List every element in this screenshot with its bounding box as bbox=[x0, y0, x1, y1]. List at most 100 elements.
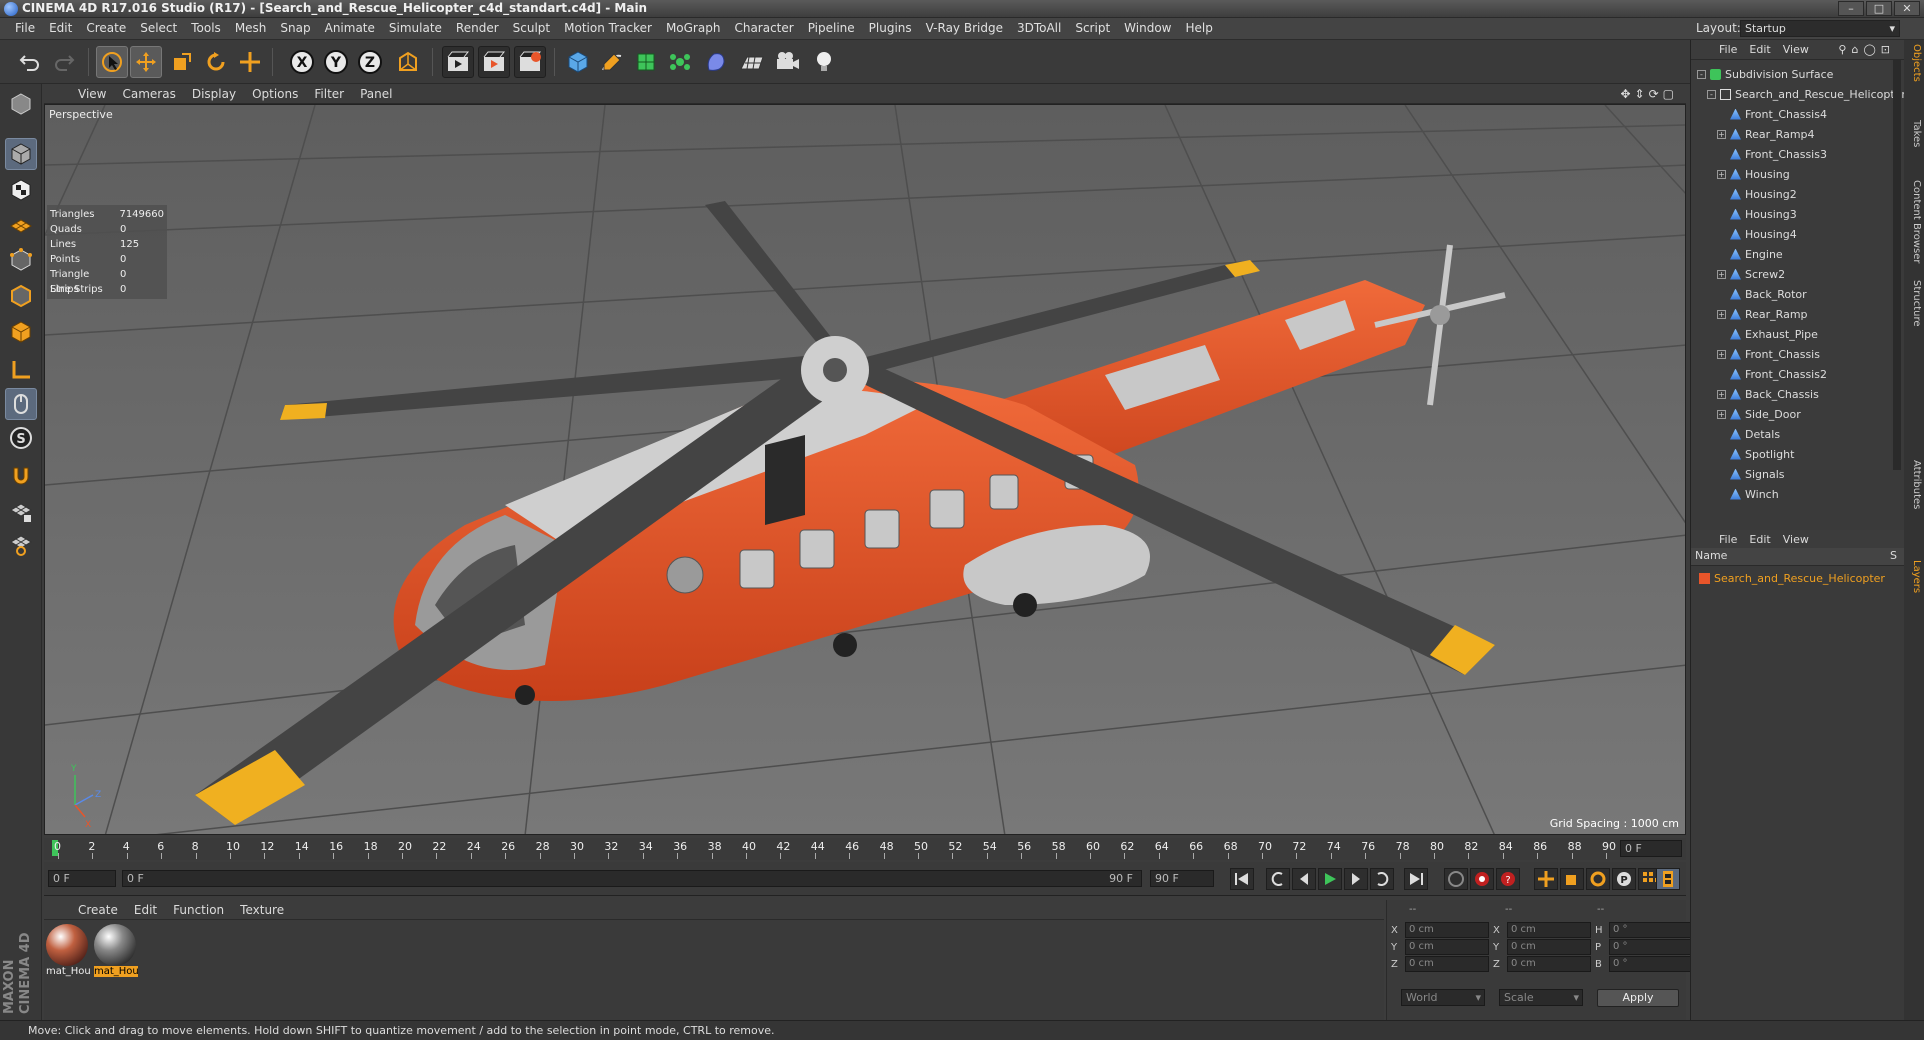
workplane-mode-button[interactable] bbox=[5, 208, 37, 240]
pen-spline-button[interactable] bbox=[596, 46, 628, 78]
frame-range-slider[interactable]: 0 F 90 F bbox=[122, 870, 1142, 887]
viewport-menu-view[interactable]: View bbox=[70, 87, 114, 101]
cloner-button[interactable] bbox=[664, 46, 696, 78]
layer-menu-edit[interactable]: Edit bbox=[1743, 533, 1776, 546]
previous-frame-button[interactable] bbox=[1292, 868, 1316, 890]
current-frame-field[interactable]: 0 F bbox=[1620, 840, 1682, 857]
render-view-button[interactable] bbox=[442, 46, 474, 78]
coordinate-field[interactable]: 0 cm bbox=[1507, 922, 1591, 938]
material-swatch[interactable]: mat_Hou bbox=[46, 924, 90, 980]
expand-icon[interactable]: + bbox=[1717, 169, 1726, 179]
menu-window[interactable]: Window bbox=[1117, 21, 1178, 35]
object-tree-item[interactable]: + Back_Chassis bbox=[1717, 384, 1819, 404]
render-settings-button[interactable] bbox=[514, 46, 546, 78]
texture-mode-button[interactable] bbox=[5, 174, 37, 206]
object-tree-item[interactable]: Signals bbox=[1717, 464, 1785, 484]
next-frame-button[interactable] bbox=[1344, 868, 1368, 890]
collapse-icon[interactable]: - bbox=[1707, 89, 1716, 99]
object-tree-item[interactable]: + Side_Door bbox=[1717, 404, 1801, 424]
apply-button[interactable]: Apply bbox=[1597, 989, 1679, 1007]
close-button[interactable]: ✕ bbox=[1894, 1, 1920, 16]
object-tree-item[interactable]: + Housing bbox=[1717, 164, 1790, 184]
material-menu-create[interactable]: Create bbox=[70, 903, 126, 917]
minimize-button[interactable]: – bbox=[1838, 1, 1864, 16]
timeline-ruler[interactable]: 0 2 4 6 8 10 12 14 16 18 20 22 24 26 28 30 32 34 36 38 40 42 4… bbox=[44, 838, 1686, 860]
menu-help[interactable]: Help bbox=[1178, 21, 1219, 35]
side-tab-takes[interactable]: Takes bbox=[1906, 120, 1922, 147]
coordinate-field[interactable]: 0 cm bbox=[1405, 956, 1489, 972]
position-key-button[interactable] bbox=[1534, 868, 1558, 890]
tweak-mode-button[interactable] bbox=[5, 388, 37, 420]
expand-icon[interactable]: + bbox=[1717, 349, 1726, 359]
floor-button[interactable] bbox=[736, 46, 768, 78]
rotate-tool-button[interactable] bbox=[200, 46, 232, 78]
coordinate-field[interactable]: 0 cm bbox=[1405, 939, 1489, 955]
maximize-button[interactable]: □ bbox=[1866, 1, 1892, 16]
layout-select[interactable]: Startup ▾ bbox=[1740, 20, 1900, 37]
object-tree-item[interactable]: - Subdivision Surface bbox=[1697, 64, 1833, 84]
subdivision-surface-button[interactable] bbox=[630, 46, 662, 78]
menu-mograph[interactable]: MoGraph bbox=[659, 21, 728, 35]
workplane-lock-button[interactable] bbox=[5, 528, 37, 560]
side-tab-structure[interactable]: Structure bbox=[1906, 280, 1922, 327]
keyframe-selection-button[interactable]: ? bbox=[1496, 868, 1520, 890]
viewport-menu-options[interactable]: Options bbox=[244, 87, 306, 101]
material-swatch-selected[interactable]: mat_Hou bbox=[94, 924, 138, 980]
viewport-menu-filter[interactable]: Filter bbox=[306, 87, 352, 101]
menu-plugins[interactable]: Plugins bbox=[862, 21, 919, 35]
side-tab-layers[interactable]: Layers bbox=[1906, 560, 1922, 593]
transform-tool-button[interactable] bbox=[234, 46, 266, 78]
coordinate-field[interactable]: 0 ° bbox=[1609, 939, 1693, 955]
object-tree-item[interactable]: Spotlight bbox=[1717, 444, 1794, 464]
coordinate-field[interactable]: 0 cm bbox=[1405, 922, 1489, 938]
undo-button[interactable] bbox=[14, 46, 46, 78]
scale-tool-button[interactable] bbox=[166, 46, 198, 78]
object-menu-view[interactable]: View bbox=[1777, 43, 1815, 56]
expand-icon[interactable]: + bbox=[1717, 129, 1726, 139]
collapse-icon[interactable]: - bbox=[1697, 69, 1706, 79]
layer-item[interactable]: Search_and_Rescue_Helicopter bbox=[1699, 568, 1885, 588]
menu-simulate[interactable]: Simulate bbox=[382, 21, 449, 35]
make-editable-button[interactable] bbox=[5, 88, 37, 120]
live-selection-button[interactable] bbox=[96, 46, 128, 78]
go-to-start-button[interactable] bbox=[1230, 868, 1254, 890]
points-mode-button[interactable] bbox=[5, 244, 37, 276]
object-manager-tools-icons[interactable]: ⚲⌂◯⊡ bbox=[1838, 43, 1895, 56]
viewport-menu-panel[interactable]: Panel bbox=[352, 87, 400, 101]
material-menu-edit[interactable]: Edit bbox=[126, 903, 165, 917]
object-tree-item[interactable]: Housing3 bbox=[1717, 204, 1797, 224]
move-tool-button[interactable] bbox=[130, 46, 162, 78]
menu-render[interactable]: Render bbox=[449, 21, 506, 35]
object-tree-item[interactable]: - Search_and_Rescue_Helicopter bbox=[1707, 84, 1906, 104]
cube-primitive-button[interactable] bbox=[562, 46, 594, 78]
material-menu-texture[interactable]: Texture bbox=[232, 903, 292, 917]
menu-motion-tracker[interactable]: Motion Tracker bbox=[557, 21, 659, 35]
play-forward-button[interactable] bbox=[1318, 868, 1342, 890]
object-menu-file[interactable]: File bbox=[1713, 43, 1743, 56]
camera-button[interactable] bbox=[772, 46, 804, 78]
object-tree-item[interactable]: Winch bbox=[1717, 484, 1779, 504]
x-axis-lock-button[interactable]: X bbox=[286, 46, 318, 78]
menu-select[interactable]: Select bbox=[133, 21, 184, 35]
coordinate-field[interactable]: 0 cm bbox=[1507, 956, 1591, 972]
menu-snap[interactable]: Snap bbox=[273, 21, 317, 35]
expand-icon[interactable]: + bbox=[1717, 389, 1726, 399]
viewport-menu-display[interactable]: Display bbox=[184, 87, 244, 101]
expand-icon[interactable]: + bbox=[1717, 409, 1726, 419]
menu-character[interactable]: Character bbox=[727, 21, 800, 35]
menu-pipeline[interactable]: Pipeline bbox=[801, 21, 862, 35]
material-menu-function[interactable]: Function bbox=[165, 903, 232, 917]
side-tab-content-browser[interactable]: Content Browser bbox=[1906, 180, 1922, 263]
side-tab-objects[interactable]: Objects bbox=[1906, 44, 1922, 82]
model-mode-button[interactable] bbox=[5, 138, 37, 170]
object-tree-item[interactable]: + Rear_Ramp bbox=[1717, 304, 1808, 324]
light-button[interactable] bbox=[808, 46, 840, 78]
expand-icon[interactable]: + bbox=[1717, 309, 1726, 319]
menu-edit[interactable]: Edit bbox=[42, 21, 79, 35]
object-tree-item[interactable]: Back_Rotor bbox=[1717, 284, 1807, 304]
object-tree-item[interactable]: Housing2 bbox=[1717, 184, 1797, 204]
layer-menu-file[interactable]: File bbox=[1713, 533, 1743, 546]
redo-button[interactable] bbox=[48, 46, 80, 78]
grid-lock-button[interactable] bbox=[5, 496, 37, 528]
menu-v-ray-bridge[interactable]: V-Ray Bridge bbox=[919, 21, 1010, 35]
